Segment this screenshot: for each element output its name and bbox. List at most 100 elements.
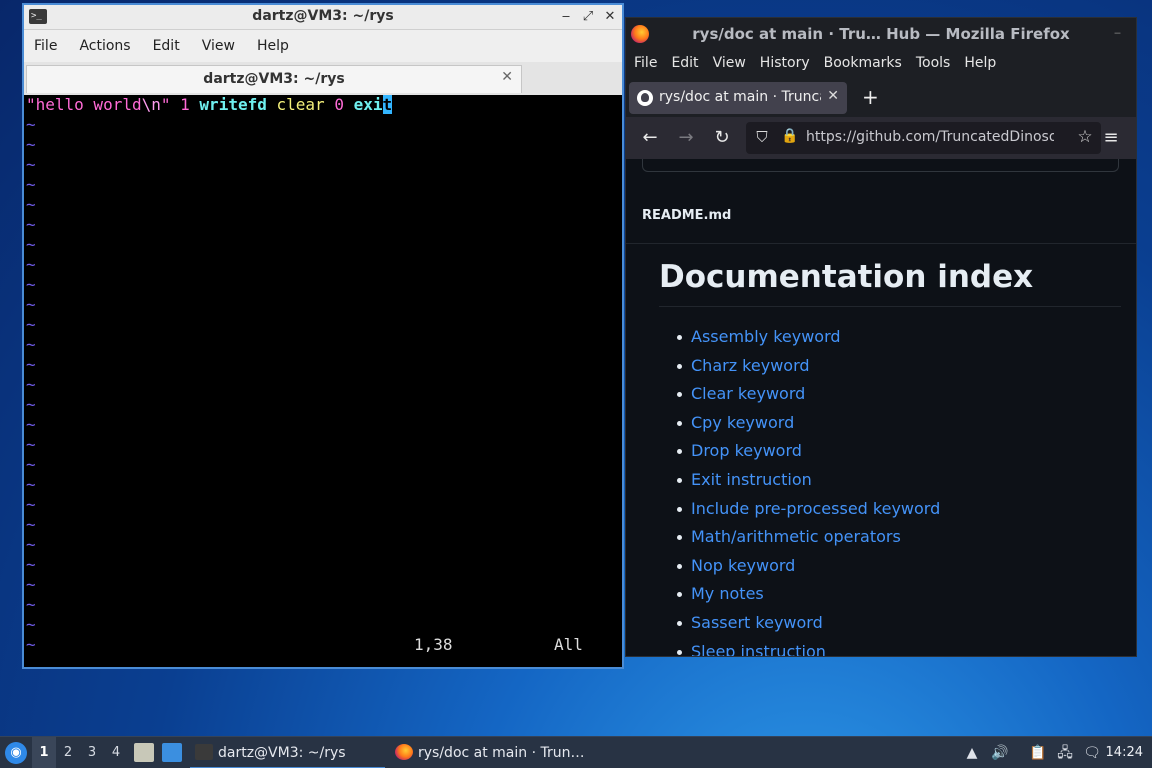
list-item: Include pre-processed keyword — [676, 499, 940, 528]
doc-link[interactable]: Nop keyword — [691, 556, 795, 575]
volume-icon[interactable]: 🔊 — [990, 744, 1010, 762]
doc-link[interactable]: Include pre-processed keyword — [691, 499, 940, 518]
menu-edit[interactable]: Edit — [671, 55, 698, 71]
doc-link[interactable]: Clear keyword — [691, 384, 805, 403]
vim-string-end: " — [160, 95, 171, 114]
file-manager-icon[interactable] — [134, 743, 154, 762]
list-item: Drop keyword — [676, 441, 940, 470]
readme-filename: README.md — [642, 208, 732, 223]
menu-tools[interactable]: Tools — [916, 55, 951, 71]
workspace-3[interactable]: 3 — [80, 737, 104, 768]
show-desktop-icon[interactable] — [162, 743, 182, 762]
navigation-toolbar: ← → ↻ ⛉ 🔒 https://github.com/TruncatedDi… — [626, 117, 1136, 159]
doc-link[interactable]: Exit instruction — [691, 470, 812, 489]
doc-link[interactable]: Drop keyword — [691, 441, 802, 460]
reload-icon[interactable]: ↻ — [711, 127, 733, 149]
vim-empty-line-tilde: ~ — [26, 395, 36, 414]
bookmark-star-icon[interactable]: ☆ — [1075, 127, 1095, 147]
vim-empty-line-tilde: ~ — [26, 435, 36, 454]
vim-empty-line-tilde: ~ — [26, 635, 36, 654]
close-icon[interactable]: ✕ — [602, 7, 618, 27]
vim-empty-line-tilde: ~ — [26, 575, 36, 594]
menu-actions[interactable]: Actions — [79, 38, 140, 54]
doc-link[interactable]: Charz keyword — [691, 356, 810, 375]
vim-empty-line-tilde: ~ — [26, 315, 36, 334]
menu-edit[interactable]: Edit — [153, 38, 190, 54]
list-item: Sassert keyword — [676, 613, 940, 642]
menu-help[interactable]: Help — [964, 55, 996, 71]
menu-file[interactable]: File — [634, 55, 657, 71]
vim-empty-line-tilde: ~ — [26, 595, 36, 614]
vim-empty-line-tilde: ~ — [26, 235, 36, 254]
url-bar[interactable]: ⛉ 🔒 https://github.com/TruncatedDinosour… — [746, 122, 1101, 154]
hamburger-menu-icon[interactable]: ≡ — [1100, 127, 1122, 149]
vim-empty-line-tilde: ~ — [26, 255, 36, 274]
vim-empty-line-tilde: ~ — [26, 275, 36, 294]
terminal-tabbar: dartz@VM3: ~/rys ✕ — [24, 62, 622, 95]
taskbar-task-label: dartz@VM3: ~/rys — [218, 745, 346, 761]
doc-link[interactable]: My notes — [691, 584, 764, 603]
vim-cursor: t — [382, 95, 393, 114]
menu-history[interactable]: History — [760, 55, 810, 71]
list-item: Charz keyword — [676, 356, 940, 385]
tray-up-arrow-icon[interactable]: ▲ — [962, 744, 982, 762]
vim-ruler-view: All — [554, 635, 583, 654]
page-content[interactable]: README.md Documentation index Assembly k… — [626, 159, 1136, 656]
vim-number: 1 — [180, 95, 190, 114]
firefox-titlebar[interactable]: rys/doc at main · Tru… Hub — Mozilla Fir… — [626, 18, 1136, 49]
tab-close-icon[interactable]: ✕ — [501, 69, 513, 85]
terminal-tab[interactable]: dartz@VM3: ~/rys ✕ — [26, 65, 522, 93]
vim-empty-line-tilde: ~ — [26, 295, 36, 314]
doc-link[interactable]: Assembly keyword — [691, 327, 841, 346]
vim-editor[interactable]: "hello world\n" 1 writefd clear 0 exit ~… — [24, 95, 622, 667]
doc-link[interactable]: Cpy keyword — [691, 413, 794, 432]
terminal-icon — [195, 744, 213, 760]
start-menu-icon[interactable]: ◉ — [5, 742, 27, 764]
vim-keyword: writefd — [199, 95, 267, 114]
list-item: My notes — [676, 584, 940, 613]
terminal-titlebar[interactable]: >_ dartz@VM3: ~/rys ‒ ⤢ ✕ — [24, 5, 622, 30]
browser-tab[interactable]: rys/doc at main · TruncatedDinosour ✕ — [629, 82, 847, 114]
vim-string: "hello world — [26, 95, 142, 114]
new-tab-button[interactable]: + — [862, 85, 879, 109]
page-title: Documentation index — [659, 259, 1034, 295]
vim-empty-line-tilde: ~ — [26, 375, 36, 394]
vim-empty-line-tilde: ~ — [26, 535, 36, 554]
lock-icon[interactable]: 🔒 — [780, 128, 800, 144]
doc-link[interactable]: Math/arithmetic operators — [691, 527, 901, 546]
notification-icon[interactable]: 🗨 — [1082, 744, 1102, 762]
vim-empty-line-tilde: ~ — [26, 455, 36, 474]
doc-link-list: Assembly keyword Charz keyword Clear key… — [676, 327, 940, 656]
menu-view[interactable]: View — [713, 55, 746, 71]
heading-divider — [659, 306, 1121, 307]
doc-link[interactable]: Sleep instruction — [691, 642, 826, 656]
terminal-window[interactable]: >_ dartz@VM3: ~/rys ‒ ⤢ ✕ File Actions E… — [22, 3, 624, 669]
workspace-4[interactable]: 4 — [104, 737, 128, 768]
network-icon[interactable]: 🖧 — [1055, 744, 1075, 762]
minimize-icon[interactable]: ‒ — [558, 7, 574, 27]
maximize-icon[interactable]: ⤢ — [580, 7, 596, 27]
clipboard-icon[interactable]: 📋 — [1028, 744, 1048, 762]
menu-bookmarks[interactable]: Bookmarks — [824, 55, 902, 71]
forward-icon[interactable]: → — [675, 127, 697, 149]
workspace-2[interactable]: 2 — [56, 737, 80, 768]
terminal-tab-label: dartz@VM3: ~/rys — [203, 71, 345, 87]
firefox-window[interactable]: rys/doc at main · Tru… Hub — Mozilla Fir… — [625, 17, 1137, 657]
tab-close-icon[interactable]: ✕ — [827, 88, 839, 104]
taskbar-task-terminal[interactable]: dartz@VM3: ~/rys — [190, 737, 385, 768]
file-box-edge — [642, 159, 1119, 172]
url-text: https://github.com/TruncatedDinosour/rys — [806, 129, 1054, 145]
firefox-icon — [631, 25, 649, 43]
menu-help[interactable]: Help — [257, 38, 299, 54]
list-item: Nop keyword — [676, 556, 940, 585]
list-item: Sleep instruction — [676, 642, 940, 656]
menu-view[interactable]: View — [202, 38, 245, 54]
taskbar-task-firefox[interactable]: rys/doc at main · Trun… — [392, 737, 592, 768]
workspace-1[interactable]: 1 — [32, 737, 56, 768]
back-icon[interactable]: ← — [639, 127, 661, 149]
menu-file[interactable]: File — [34, 38, 67, 54]
vim-keyword: clear — [276, 95, 325, 114]
shield-icon[interactable]: ⛉ — [752, 128, 772, 146]
doc-link[interactable]: Sassert keyword — [691, 613, 823, 632]
minimize-icon[interactable]: ‒ — [1114, 26, 1128, 40]
